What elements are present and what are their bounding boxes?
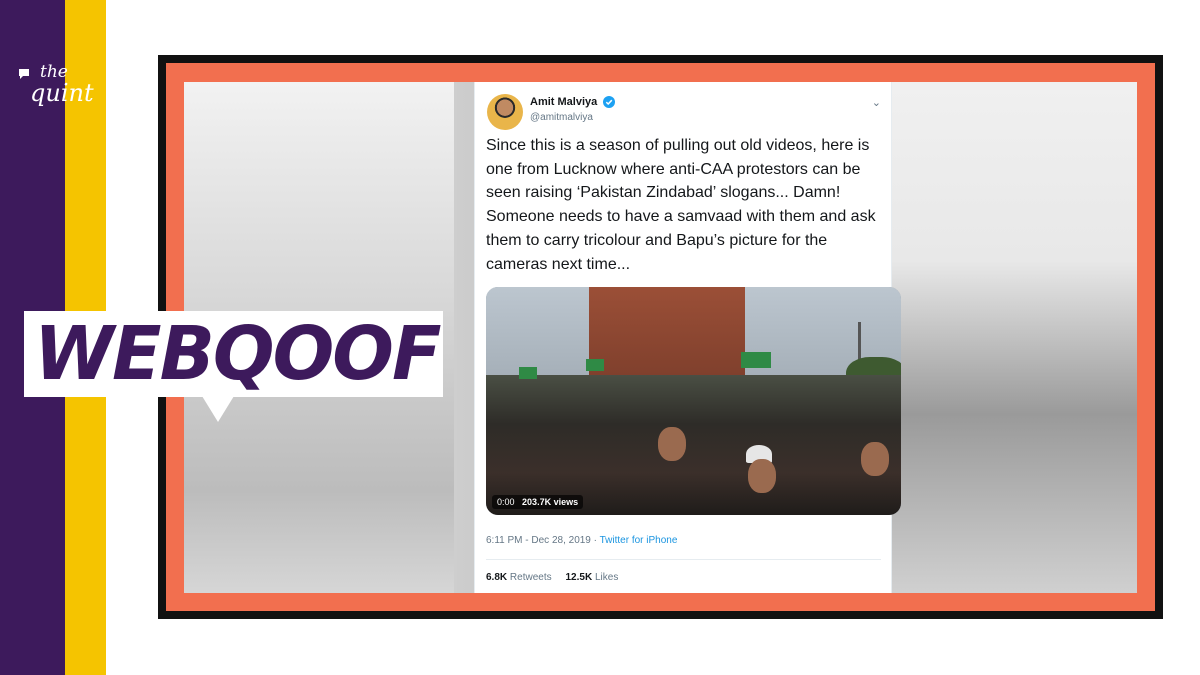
likes-count: 12.5K bbox=[565, 572, 593, 583]
video-views: 203.7K views bbox=[522, 497, 579, 507]
avatar[interactable] bbox=[487, 94, 523, 130]
tweet-timestamp[interactable]: 6:11 PM - Dec 28, 2019 bbox=[486, 535, 591, 546]
tweet-stats: 6.8K Retweets 12.5K Likes bbox=[486, 572, 618, 583]
verified-badge-icon bbox=[603, 96, 615, 108]
tweet-source-link[interactable]: Twitter for iPhone bbox=[600, 535, 678, 546]
retweets-stat[interactable]: 6.8K Retweets bbox=[486, 572, 552, 583]
webqoof-label: WEBQOOF bbox=[34, 311, 442, 397]
video-crowd bbox=[486, 375, 901, 515]
video-person bbox=[658, 427, 686, 461]
tweet-divider bbox=[486, 559, 881, 560]
the-quint-logo: the quint bbox=[18, 62, 98, 112]
tweet-meta: 6:11 PM - Dec 28, 2019 · Twitter for iPh… bbox=[486, 535, 677, 546]
meta-separator: · bbox=[590, 535, 600, 546]
video-flag bbox=[741, 352, 771, 368]
video-time: 0:00 bbox=[497, 497, 515, 507]
video-flag bbox=[519, 367, 537, 379]
video-person bbox=[748, 459, 776, 493]
chevron-down-icon[interactable]: ⌄ bbox=[872, 96, 881, 109]
retweets-label: Retweets bbox=[509, 572, 552, 583]
video-flag bbox=[586, 359, 604, 371]
video-person bbox=[861, 442, 889, 476]
tweet-author-handle[interactable]: @amitmalviya bbox=[530, 112, 593, 123]
webqoof-badge-tail bbox=[202, 396, 234, 422]
likes-stat[interactable]: 12.5K Likes bbox=[566, 572, 619, 583]
speech-bubble-icon bbox=[19, 69, 29, 79]
blurred-background-right bbox=[892, 82, 1137, 593]
video-tower bbox=[589, 287, 745, 382]
logo-quint: quint bbox=[30, 79, 94, 107]
tweet-video[interactable]: 0:00 203.7K views bbox=[486, 287, 901, 515]
tweet-author-name[interactable]: Amit Malviya bbox=[530, 96, 597, 108]
video-info: 0:00 203.7K views bbox=[492, 495, 584, 509]
retweets-count: 6.8K bbox=[486, 572, 508, 583]
likes-label: Likes bbox=[594, 572, 619, 583]
webqoof-badge: WEBQOOF bbox=[24, 311, 443, 397]
tweet-card: Amit Malviya @amitmalviya ⌄ Since this i… bbox=[474, 82, 901, 593]
tweet-text: Since this is a season of pulling out ol… bbox=[486, 137, 876, 273]
